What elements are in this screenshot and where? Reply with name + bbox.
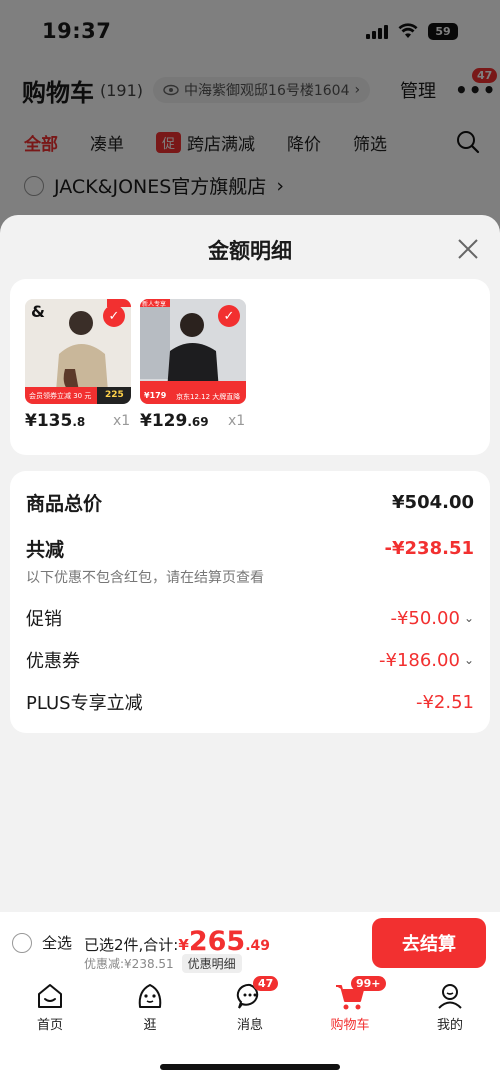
total-summary: 已选2件,合计:¥265.49 <box>84 926 270 957</box>
plus-value: -¥2.51 <box>415 691 474 713</box>
product-banner-text: 京东12.12 大牌直降 <box>176 393 241 401</box>
selected-text: 已选2件,合计: <box>84 936 179 954</box>
sum-integer: 265 <box>188 926 246 957</box>
svg-text:&: & <box>31 302 45 321</box>
coupon-value: -¥186.00 <box>379 649 460 671</box>
chevron-down-icon: ⌄ <box>463 653 474 667</box>
tab-stroll[interactable]: 逛 <box>115 980 185 1033</box>
discount-detail-button[interactable]: 优惠明细 <box>181 954 242 973</box>
coupon-row[interactable]: 优惠券 -¥186.00 ⌄ <box>26 647 474 673</box>
messages-badge: 47 <box>253 976 279 991</box>
product-item[interactable]: & ✓ 会员领券立减 30 元 225 ¥135.8 x1 <box>25 299 131 431</box>
promo-row[interactable]: 促销 -¥50.00 ⌄ <box>26 605 474 631</box>
price-dec: .69 <box>187 415 209 429</box>
total-row: 商品总价 ¥504.00 <box>26 489 474 516</box>
summary-card: 商品总价 ¥504.00 共减 -¥238.51 以下优惠不包含红包，请在结算页… <box>10 471 490 733</box>
plus-row: PLUS专享立减 -¥2.51 <box>26 689 474 715</box>
sheet-title: 金额明细 <box>208 239 292 263</box>
tab-home-label: 首页 <box>36 1018 63 1033</box>
tab-cart-label: 购物车 <box>330 1018 370 1033</box>
product-image: ✓ ¥179 京东12.12 大牌直降 新人专享 <box>140 299 246 404</box>
tab-profile[interactable]: 我的 <box>415 980 485 1033</box>
product-banner-price: ¥179 <box>144 391 167 400</box>
discount-note: 以下优惠不包含红包，请在结算页查看 <box>26 570 264 586</box>
checkout-button[interactable]: 去结算 <box>372 918 486 968</box>
total-label: 商品总价 <box>26 493 103 515</box>
product-banner-badge: 225 <box>105 390 124 400</box>
sum-decimal: .49 <box>245 938 270 954</box>
price-int: ¥129 <box>140 411 188 431</box>
home-icon <box>38 984 62 1008</box>
product-banner-text: 会员领券立减 30 元 <box>29 392 92 400</box>
discount-value: -¥238.51 <box>384 538 474 559</box>
plus-label: PLUS专享立减 <box>26 693 143 714</box>
tab-profile-label: 我的 <box>436 1018 463 1033</box>
discount-summary: 优惠减:¥238.51 优惠明细 <box>84 954 242 973</box>
chevron-down-icon: ⌄ <box>463 611 474 625</box>
home-indicator <box>160 1064 340 1070</box>
product-price: ¥135.8 <box>25 411 85 431</box>
sum-currency: ¥ <box>178 936 189 954</box>
select-all-label: 全选 <box>42 934 73 952</box>
tab-stroll-label: 逛 <box>143 1018 157 1033</box>
product-price: ¥129.69 <box>140 411 209 431</box>
product-image: & ✓ 会员领券立减 30 元 225 <box>25 299 131 404</box>
promo-value: -¥50.00 <box>390 607 460 629</box>
selected-check-icon: ✓ <box>103 305 125 327</box>
tab-messages[interactable]: 消息 47 <box>215 976 285 1033</box>
product-qty: x1 <box>113 413 131 429</box>
cart-badge: 99+ <box>351 976 386 991</box>
price-dec: .8 <box>72 415 86 429</box>
close-icon[interactable] <box>456 237 480 261</box>
selected-check-icon: ✓ <box>218 305 240 327</box>
checkout-bar: 全选 已选2件,合计:¥265.49 优惠减:¥238.51 优惠明细 去结算 <box>0 912 500 974</box>
tab-home[interactable]: 首页 <box>15 980 85 1033</box>
promo-label: 促销 <box>26 609 62 630</box>
profile-icon <box>438 984 462 1009</box>
select-all-radio[interactable] <box>12 932 32 953</box>
discount-label: 共减 <box>26 539 65 561</box>
select-all[interactable]: 全选 <box>12 932 72 953</box>
coupon-label: 优惠券 <box>26 651 80 672</box>
product-card: & ✓ 会员领券立减 30 元 225 ¥135.8 x1 ✓ ¥179 京东1… <box>10 279 490 455</box>
price-int: ¥135 <box>25 411 73 431</box>
tab-messages-label: 消息 <box>236 1018 263 1033</box>
product-qty: x1 <box>228 413 246 429</box>
tab-cart[interactable]: 购物车 99+ <box>315 976 386 1033</box>
discount-row: 共减 -¥238.51 <box>26 535 474 562</box>
product-top-tag: 新人专享 <box>142 301 167 308</box>
stroll-icon <box>138 984 162 1008</box>
total-value: ¥504.00 <box>392 492 474 513</box>
product-item[interactable]: ✓ ¥179 京东12.12 大牌直降 新人专享 ¥129.69 x1 <box>140 299 246 431</box>
discount-summary-text: 优惠减:¥238.51 <box>84 957 174 971</box>
